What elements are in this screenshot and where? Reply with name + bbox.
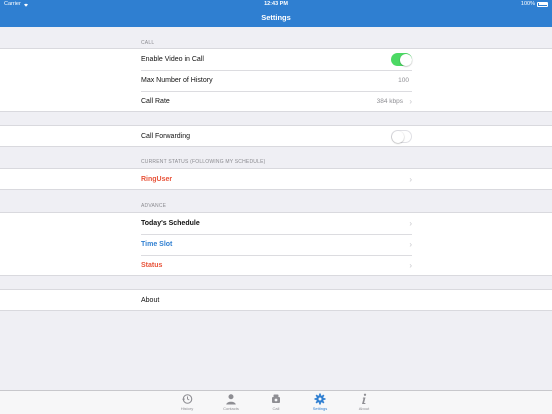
call-rate-row[interactable]: Call Rate 384 kbps ›	[141, 91, 412, 112]
enable-video-label: Enable Video in Call	[141, 56, 204, 63]
navigation-bar: Settings	[0, 9, 552, 27]
tab-settings[interactable]: Settings	[305, 393, 335, 411]
status-bar: Carrier 12:43 PM 100%	[0, 0, 552, 9]
max-history-row[interactable]: Max Number of History 100	[141, 70, 412, 91]
chevron-right-icon: ›	[409, 240, 412, 249]
time-slot-label: Time Slot	[141, 241, 173, 248]
call-settings-group: Enable Video in Call Max Number of Histo…	[0, 48, 552, 112]
tab-history-label: History	[180, 406, 194, 411]
tab-settings-label: Settings	[312, 406, 328, 411]
max-history-label: Max Number of History	[141, 77, 213, 84]
forwarding-group: Call Forwarding	[0, 125, 552, 147]
current-user-label: RingUser	[141, 176, 173, 183]
status-label: Status	[141, 262, 163, 269]
tab-call-label: Call	[272, 406, 280, 411]
call-forwarding-label: Call Forwarding	[141, 133, 191, 140]
tab-history[interactable]: History	[172, 393, 202, 411]
call-rate-label: Call Rate	[141, 98, 170, 105]
chevron-right-icon: ›	[409, 97, 412, 106]
todays-schedule-row[interactable]: Today's Schedule ›	[141, 213, 412, 234]
section-header-current-status: CURRENT STATUS (FOLLOWING MY SCHEDULE)	[141, 159, 266, 165]
chevron-right-icon: ›	[409, 219, 412, 228]
section-header-advance: ADVANCE	[141, 203, 167, 209]
page-title: Settings	[261, 13, 291, 22]
battery-percent: 100%	[520, 1, 535, 7]
current-user-row[interactable]: RingUser ›	[141, 169, 412, 190]
phone-icon	[272, 394, 280, 403]
tab-call[interactable]: Call	[261, 393, 291, 411]
info-icon	[362, 393, 367, 404]
max-history-value: 100	[398, 77, 409, 84]
enable-video-row: Enable Video in Call	[141, 49, 412, 70]
advance-group: Today's Schedule › Time Slot › Status ›	[0, 212, 552, 276]
about-label: About	[141, 297, 160, 304]
tab-contacts[interactable]: Contacts	[216, 393, 246, 411]
history-icon	[182, 394, 193, 404]
call-forwarding-row: Call Forwarding	[141, 126, 412, 147]
status-row[interactable]: Status ›	[141, 255, 412, 276]
time-slot-row[interactable]: Time Slot ›	[141, 234, 412, 255]
about-row[interactable]: About	[141, 290, 412, 311]
contacts-icon	[226, 394, 236, 405]
tab-about-label: About	[358, 406, 370, 411]
tab-contacts-label: Contacts	[223, 406, 239, 411]
status-time: 12:43 PM	[264, 1, 288, 7]
chevron-right-icon: ›	[409, 261, 412, 270]
call-forwarding-toggle[interactable]	[391, 130, 412, 143]
about-group: About	[0, 289, 552, 311]
toggle-knob	[399, 53, 412, 66]
battery-indicator: 100%	[521, 1, 548, 7]
chevron-right-icon: ›	[409, 175, 412, 184]
tab-bar: History Contacts Call Settings About	[0, 390, 552, 414]
battery-icon	[537, 1, 548, 7]
section-header-call: CALL	[141, 40, 155, 46]
call-rate-value: 384 kbps	[376, 98, 403, 105]
tab-about[interactable]: About	[349, 393, 379, 411]
enable-video-toggle[interactable]	[391, 53, 412, 66]
toggle-knob	[392, 131, 404, 143]
current-status-group: RingUser ›	[0, 168, 552, 190]
todays-schedule-label: Today's Schedule	[141, 220, 200, 227]
gear-icon	[314, 393, 326, 405]
